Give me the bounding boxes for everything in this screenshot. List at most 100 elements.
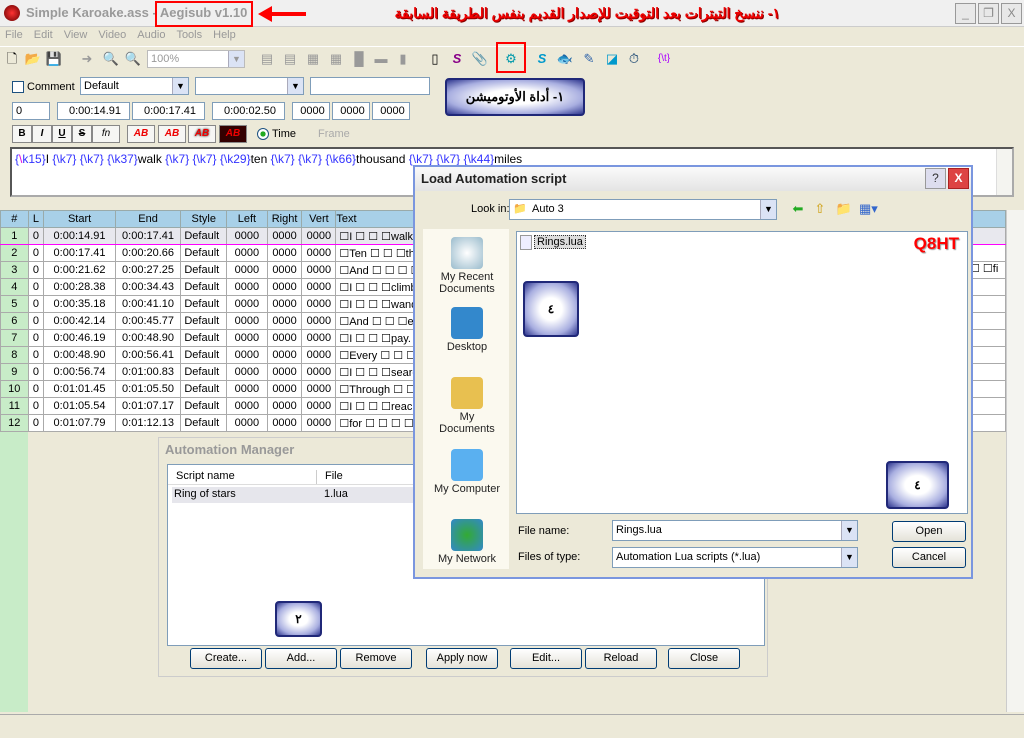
cancel-button[interactable]: Cancel [892,547,966,568]
properties-icon[interactable]: ▯ [426,50,444,68]
files-of-type-select[interactable]: Automation Lua scripts (*.lua) ▼ [612,547,858,568]
translation-icon[interactable]: ✎ [580,50,598,68]
editor-scrollbar[interactable] [996,149,1012,195]
col-style[interactable]: Style [180,210,228,228]
start-time-input[interactable]: 0:00:14.91 [57,102,130,120]
kanji-timer-icon[interactable]: 🐟 [556,50,574,68]
file-item-rings[interactable]: Rings.lua [534,235,586,249]
menu-tools[interactable]: Tools [176,27,202,44]
shift-icon[interactable]: ▦ [327,50,345,68]
col-start[interactable]: Start [43,210,116,228]
margin-vertical-input[interactable]: 0000 [372,102,410,120]
video-icon[interactable]: ▮ [394,50,412,68]
edit-button[interactable]: Edit... [510,648,582,669]
font-button[interactable]: fn [92,125,120,143]
col-margin-left[interactable]: Left [226,210,268,228]
add-button[interactable]: Add... [265,648,337,669]
view-menu-icon[interactable]: ▦▾ [859,200,878,218]
margin-right-input[interactable]: 0000 [332,102,370,120]
cell-end: 0:00:34.43 [114,278,182,296]
color1-button[interactable]: AB [127,125,155,143]
new-folder-icon[interactable]: 📁 [835,200,853,218]
cell-start: 0:00:35.18 [43,295,116,313]
reload-button[interactable]: Reload [585,648,657,669]
cell-style: Default [180,397,228,415]
style-select[interactable]: Default ▼ [80,77,189,95]
end-time-input[interactable]: 0:00:17.41 [132,102,205,120]
back-icon[interactable]: ⬅ [789,200,807,218]
menu-video[interactable]: Video [98,27,126,44]
close-button[interactable]: X [1001,3,1022,24]
place-desktop[interactable]: Desktop [431,307,503,353]
minimize-button[interactable]: _ [955,3,976,24]
new-file-icon[interactable]: 🗋 [3,50,21,68]
help-button[interactable]: ? [925,168,946,189]
margin-left-input[interactable]: 0000 [292,102,330,120]
cell-margin-right: 0000 [266,261,303,279]
bold-button[interactable]: B [12,125,32,143]
jump-icon[interactable]: ➜ [78,50,96,68]
col-margin-right[interactable]: Right [266,210,303,228]
resolution-icon[interactable]: ◪ [603,50,621,68]
effect-input[interactable] [310,77,430,95]
open-folder-icon[interactable]: 📂 [24,50,42,68]
snap-end-icon[interactable]: ▤ [281,50,299,68]
frame-label[interactable]: Frame [318,128,350,140]
col-end[interactable]: End [114,210,182,228]
col-layer[interactable]: L [27,210,45,228]
duration-input[interactable]: 0:00:02.50 [212,102,285,120]
create-button[interactable]: Create... [190,648,262,669]
attachments-icon[interactable]: 📎 [471,50,489,68]
time-radio[interactable] [257,128,269,140]
annotation-box-version [155,1,253,27]
keyframe-icon[interactable]: █ [350,50,368,68]
zoom-in-icon[interactable]: 🔍 [102,50,120,68]
col-file[interactable]: File [316,470,343,484]
look-in-select[interactable]: 📁 Auto 3 ▼ [509,199,777,220]
cell-margin-left: 0000 [226,380,268,398]
zoom-select[interactable]: 100% ▼ [147,50,245,68]
place-my-computer[interactable]: My Computer [431,449,503,495]
place-my-documents[interactable]: My Documents [431,377,503,435]
italic-button[interactable]: I [32,125,52,143]
col-row-number[interactable]: # [0,210,29,228]
place-recent[interactable]: My Recent Documents [431,237,503,295]
actor-select[interactable]: ▼ [195,77,304,95]
strikeout-button[interactable]: S [72,125,92,143]
film-icon[interactable]: ▬ [372,50,390,68]
maximize-button[interactable]: ❐ [978,3,999,24]
styles-icon[interactable]: S [448,50,466,68]
color3-button[interactable]: AB [188,125,216,143]
cell-row-number: 12 [0,414,29,432]
grid-scrollbar[interactable] [1006,210,1024,712]
cell-row-number: 7 [0,329,29,347]
place-my-network[interactable]: My Network [431,519,503,565]
zoom-out-icon[interactable]: 🔍 [124,50,142,68]
menu-audio[interactable]: Audio [137,27,165,44]
apply-now-button[interactable]: Apply now [426,648,498,669]
file-name-input[interactable]: Rings.lua ▼ [612,520,858,541]
underline-button[interactable]: U [52,125,72,143]
snap-scene-icon[interactable]: ▦ [304,50,322,68]
save-icon[interactable]: 💾 [45,50,63,68]
comment-checkbox[interactable] [12,81,24,93]
snap-start-icon[interactable]: ▤ [258,50,276,68]
timing-processor-icon[interactable]: S [533,50,551,68]
cell-layer: 0 [27,278,45,296]
tag-icon[interactable]: {\t} [655,50,673,68]
color4-button[interactable]: AB [219,125,247,143]
remove-button[interactable]: Remove [340,648,412,669]
menu-help[interactable]: Help [213,27,236,44]
menu-file[interactable]: File [5,27,23,44]
menu-edit[interactable]: Edit [34,27,53,44]
col-margin-vertical[interactable]: Vert [301,210,337,228]
up-folder-icon[interactable]: ⇧ [811,200,829,218]
close-manager-button[interactable]: Close [668,648,740,669]
dialog-close-button[interactable]: X [948,168,969,189]
clock-icon[interactable]: ⏱ [625,50,643,68]
layer-input[interactable]: 0 [12,102,50,120]
col-script-name[interactable]: Script name [176,470,235,482]
menu-view[interactable]: View [64,27,88,44]
color2-button[interactable]: AB [158,125,186,143]
open-button[interactable]: Open [892,521,966,542]
